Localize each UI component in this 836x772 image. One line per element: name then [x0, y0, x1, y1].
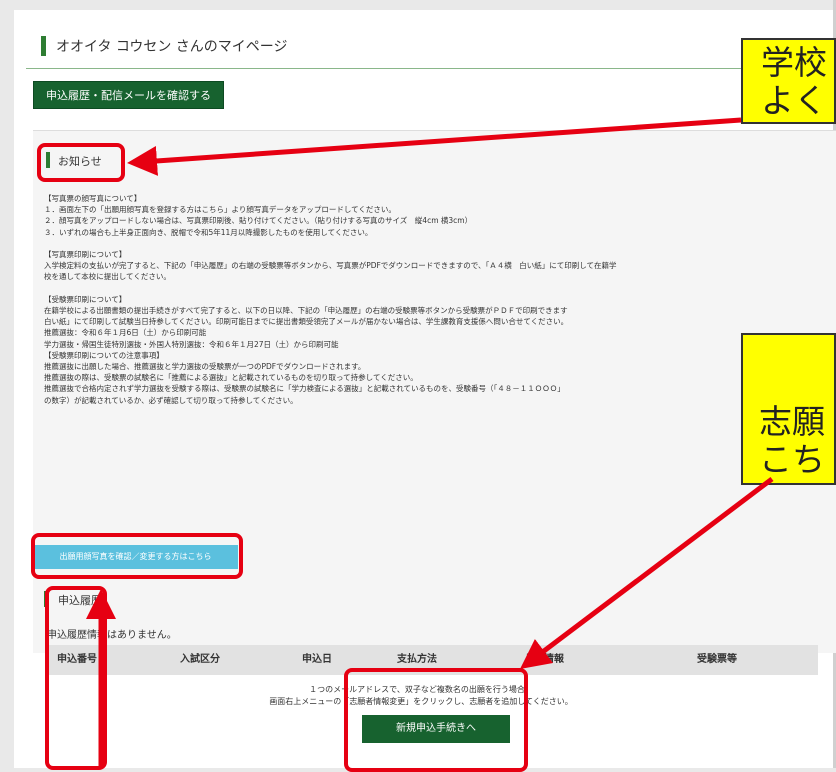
annotation-arrows — [86, 117, 774, 768]
arrow-to-new-application — [520, 477, 774, 670]
arrow-to-notice — [127, 117, 742, 176]
